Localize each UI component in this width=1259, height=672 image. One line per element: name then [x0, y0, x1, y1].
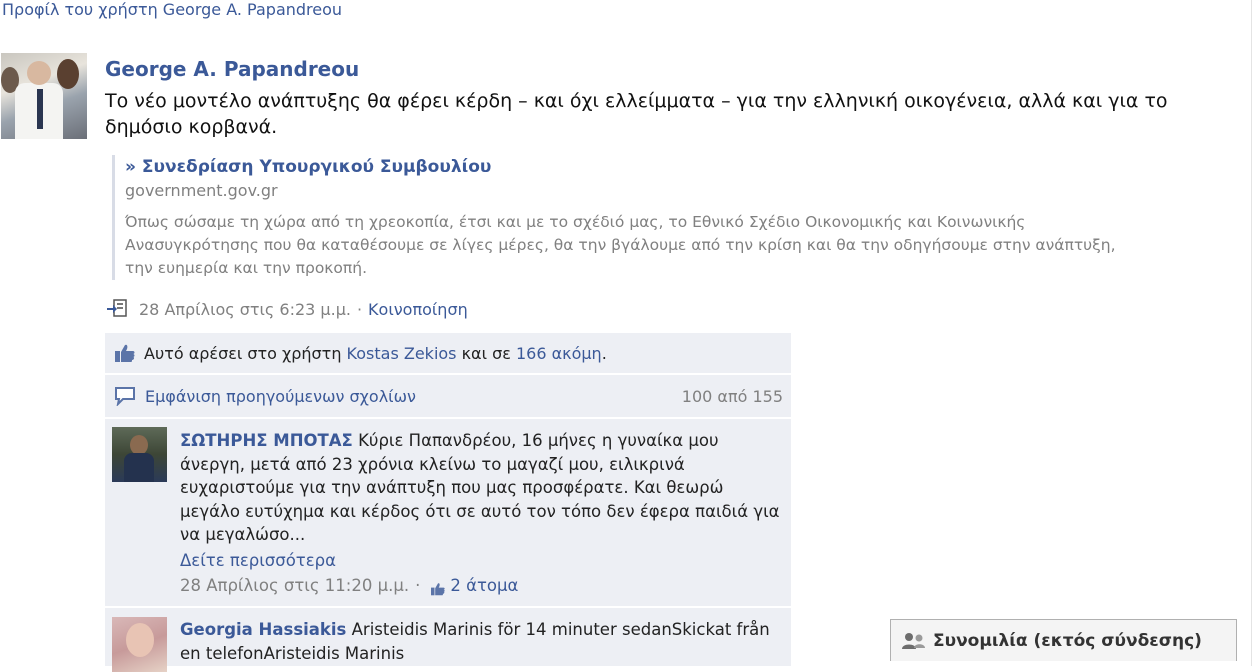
- comment-likes-count[interactable]: 2 άτομα: [450, 574, 518, 598]
- meta-separator: ·: [356, 299, 363, 319]
- comment-meta: 28 Απρίλιος στις 11:20 μ.μ. · 2 άτομα: [180, 574, 780, 598]
- attachment-domain: government.gov.gr: [125, 181, 278, 200]
- chat-bar[interactable]: Συνομιλία (εκτός σύνδεσης): [890, 619, 1237, 661]
- see-more-link[interactable]: Δείτε περισσότερα: [180, 549, 780, 573]
- liker-name[interactable]: Kostas Zekios: [347, 344, 457, 363]
- speech-bubble-icon: [114, 386, 136, 408]
- likes-others-link[interactable]: 166 ακόμη: [516, 344, 602, 363]
- attachment-description: Όπως σώσαμε τη χώρα από τη χρεοκοπία, έτ…: [125, 213, 1116, 277]
- commenter-name[interactable]: ΣΩΤΗΡΗΣ ΜΠΟΤΑΣ: [180, 431, 353, 450]
- attachment-title[interactable]: » Συνεδρίαση Υπουργικού Συμβουλίου: [125, 155, 1155, 179]
- page-divider: [1251, 0, 1252, 666]
- post-message: Το νέο μοντέλο ανάπτυξης θα φέρει κέρδη …: [105, 90, 1168, 138]
- commenter-name[interactable]: Georgia Hassiakis: [180, 620, 346, 639]
- comments-count: 100 από 155: [681, 386, 783, 406]
- chat-users-icon: [901, 631, 927, 651]
- post-meta: 28 Απρίλιος στις 6:23 μ.μ. · Κοινοποίηση: [105, 298, 468, 320]
- post-author-name[interactable]: George A. Papandreou: [105, 57, 359, 81]
- share-link-icon: [105, 298, 133, 320]
- previous-comments-link[interactable]: Εμφάνιση προηγούμενων σχολίων: [145, 387, 416, 406]
- likes-prefix: Αυτό αρέσει στο χρήστη: [144, 343, 342, 363]
- likes-suffix: .: [601, 343, 607, 363]
- comment-timestamp[interactable]: 28 Απρίλιος στις 11:20 μ.μ.: [180, 574, 409, 598]
- likes-summary: Αυτό αρέσει στο χρήστη Kostas Zekios και…: [105, 333, 791, 373]
- link-attachment: » Συνεδρίαση Υπουργικού Συμβουλίου gover…: [112, 155, 1155, 280]
- comment-meta-separator: ·: [415, 576, 421, 595]
- view-previous-comments[interactable]: Εμφάνιση προηγούμενων σχολίων 100 από 15…: [105, 375, 791, 417]
- thumbs-up-icon: [114, 343, 136, 363]
- post-timestamp[interactable]: 28 Απρίλιος στις 6:23 μ.μ.: [139, 300, 351, 319]
- likes-conjunction: και σε: [461, 343, 511, 363]
- commenter-avatar[interactable]: [112, 427, 167, 482]
- commenter-avatar[interactable]: [112, 617, 167, 672]
- comment-item: ΣΩΤΗΡΗΣ ΜΠΟΤΑΣ Κύριε Παπανδρέου, 16 μήνε…: [105, 419, 791, 606]
- profile-link[interactable]: Προφίλ του χρήστη George A. Papandreou: [2, 0, 342, 19]
- chat-label[interactable]: Συνομιλία (εκτός σύνδεσης): [933, 631, 1202, 651]
- thumbs-up-icon: [430, 579, 446, 596]
- comment-item: Georgia Hassiakis Aristeidis Marinis för…: [105, 608, 791, 672]
- author-avatar[interactable]: [1, 53, 87, 139]
- share-link[interactable]: Κοινοποίηση: [368, 300, 468, 319]
- comment-likes-link[interactable]: 2 άτομα: [430, 574, 518, 598]
